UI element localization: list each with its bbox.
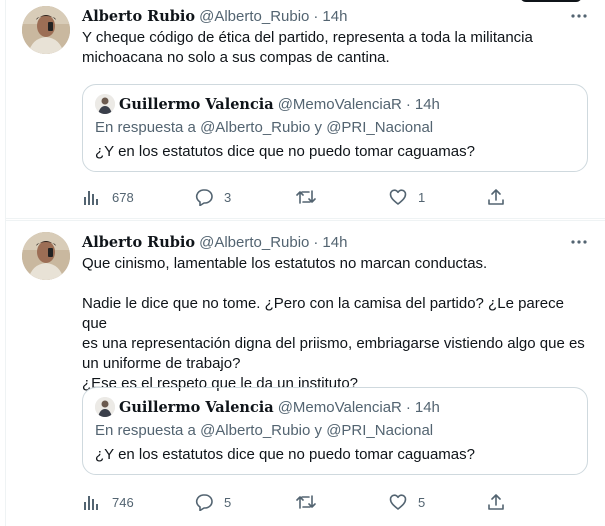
bar-chart-icon xyxy=(82,492,102,512)
replies-count: 5 xyxy=(224,494,232,510)
quoted-tweet-header: Guillermo Valencia @MemoValenciaR · 14h xyxy=(95,94,440,114)
avatar[interactable] xyxy=(22,232,70,280)
quoted-tweet-header: Guillermo Valencia @MemoValenciaR · 14h xyxy=(95,397,440,417)
heart-icon xyxy=(388,187,408,207)
share-button[interactable] xyxy=(486,187,506,207)
retweet-button[interactable] xyxy=(296,187,326,207)
more-icon[interactable] xyxy=(569,6,589,26)
share-icon xyxy=(486,187,506,207)
speech-bubble-icon xyxy=(194,492,214,512)
heart-icon xyxy=(388,492,408,512)
tweet-text: Que cinismo, lamentable los estatutos no… xyxy=(82,254,592,394)
separator: · xyxy=(313,7,319,25)
retweet-button[interactable] xyxy=(296,492,326,512)
reply-context: En respuesta a @Alberto_Rubio y @PRI_Nac… xyxy=(95,119,434,136)
tweet-text: Y cheque código de ética del partido, re… xyxy=(82,28,592,68)
tweet-time[interactable]: 14h xyxy=(322,8,347,25)
views-button[interactable]: 746 xyxy=(82,492,134,512)
tweet-time[interactable]: 14h xyxy=(322,234,347,251)
author-name[interactable]: Alberto Rubio xyxy=(82,8,195,25)
reply-button[interactable]: 3 xyxy=(194,187,231,207)
author-handle[interactable]: @Alberto_Rubio xyxy=(199,234,309,251)
tweet[interactable]: Alberto Rubio @Alberto_Rubio · 14h Y che… xyxy=(6,0,605,219)
quoted-tweet-text: ¿Y en los estatutos dice que no puedo to… xyxy=(95,446,475,463)
speech-bubble-icon xyxy=(194,187,214,207)
quoted-tweet-text: ¿Y en los estatutos dice que no puedo to… xyxy=(95,143,475,160)
retweet-icon xyxy=(296,187,316,207)
author-name[interactable]: Alberto Rubio xyxy=(82,234,195,251)
retweet-icon xyxy=(296,492,316,512)
reply-button[interactable]: 5 xyxy=(194,492,231,512)
views-count: 678 xyxy=(112,189,134,205)
reply-context: En respuesta a @Alberto_Rubio y @PRI_Nac… xyxy=(95,422,434,439)
tweet-text-paragraph: Que cinismo, lamentable los estatutos no… xyxy=(82,255,488,272)
likes-count: 1 xyxy=(418,189,426,205)
tweet-text-paragraph: Y cheque código de ética del partido, re… xyxy=(82,29,533,66)
separator: · xyxy=(313,233,319,251)
quoted-tweet[interactable]: Guillermo Valencia @MemoValenciaR · 14h … xyxy=(82,387,588,475)
quoted-author-name: Guillermo Valencia xyxy=(119,398,274,416)
avatar[interactable] xyxy=(22,6,70,54)
separator: · xyxy=(405,95,411,113)
quoted-avatar xyxy=(95,397,115,417)
like-button[interactable]: 1 xyxy=(388,187,425,207)
quoted-tweet[interactable]: Guillermo Valencia @MemoValenciaR · 14h … xyxy=(82,84,588,172)
tweet-actions: 678 3 1 xyxy=(82,187,522,207)
tweet-header: Alberto Rubio @Alberto_Rubio · 14h xyxy=(82,6,347,26)
tweet-actions: 746 5 5 xyxy=(82,492,522,512)
author-handle[interactable]: @Alberto_Rubio xyxy=(199,8,309,25)
separator: · xyxy=(405,398,411,416)
like-button[interactable]: 5 xyxy=(388,492,425,512)
share-button[interactable] xyxy=(486,492,506,512)
quoted-author-handle: @MemoValenciaR xyxy=(277,398,402,416)
views-count: 746 xyxy=(112,494,134,510)
quoted-tweet-time: 14h xyxy=(414,95,440,113)
replies-count: 3 xyxy=(224,189,232,205)
bar-chart-icon xyxy=(82,187,102,207)
tweet[interactable]: Alberto Rubio @Alberto_Rubio · 14h Que c… xyxy=(6,220,605,526)
quoted-tweet-time: 14h xyxy=(414,398,440,416)
tweet-text-paragraph: Nadie le dice que no tome. ¿Pero con la … xyxy=(82,295,585,392)
more-icon[interactable] xyxy=(569,232,589,252)
quoted-avatar xyxy=(95,94,115,114)
quoted-author-name: Guillermo Valencia xyxy=(119,95,274,113)
tweet-header: Alberto Rubio @Alberto_Rubio · 14h xyxy=(82,232,347,252)
quoted-author-handle: @MemoValenciaR xyxy=(277,95,402,113)
likes-count: 5 xyxy=(418,494,426,510)
views-button[interactable]: 678 xyxy=(82,187,134,207)
share-icon xyxy=(486,492,506,512)
